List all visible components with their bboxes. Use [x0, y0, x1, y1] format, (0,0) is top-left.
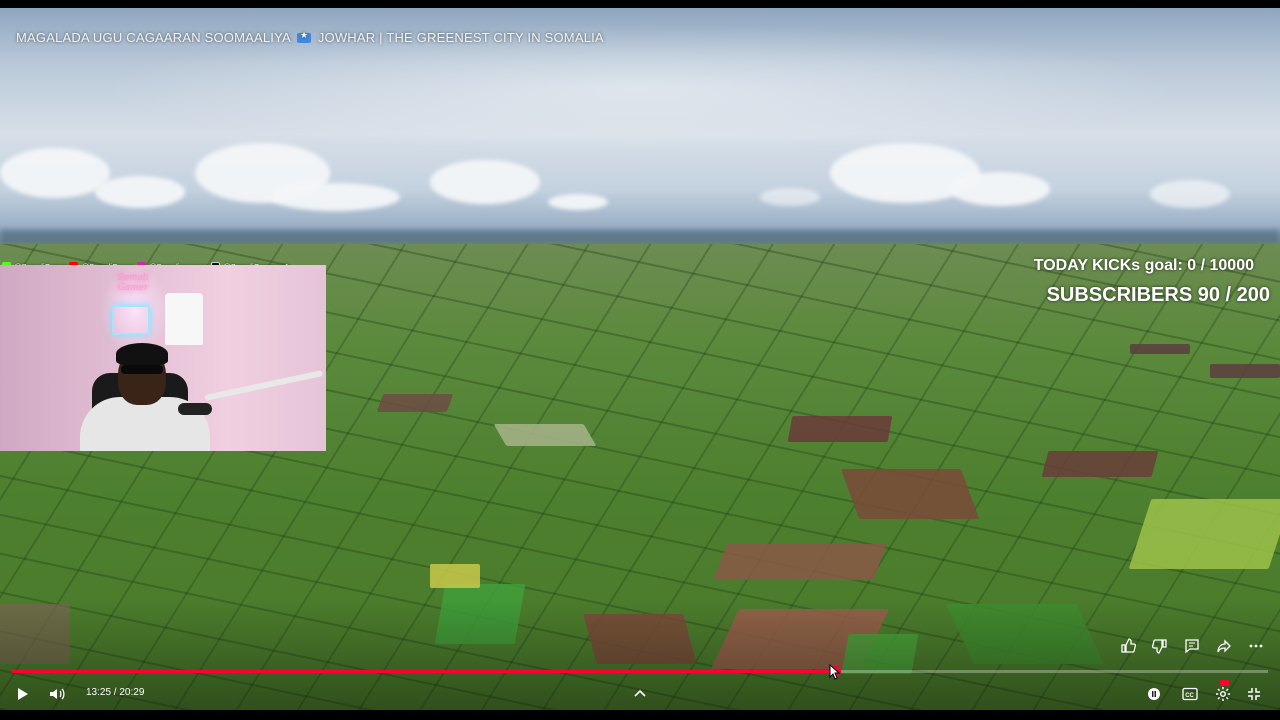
cloud — [950, 172, 1050, 206]
cloud — [95, 176, 185, 208]
webcam-overlay: Somali Gamer — [0, 265, 326, 451]
horizon — [0, 230, 1280, 244]
cloud — [1150, 180, 1230, 208]
dislike-icon[interactable] — [1150, 636, 1170, 656]
webcam-microphone — [178, 403, 212, 415]
progress-played — [12, 670, 835, 673]
share-icon[interactable] — [1214, 636, 1234, 656]
cloud — [760, 188, 820, 206]
time-display: 13:25 / 20:29 — [86, 687, 145, 698]
more-icon[interactable] — [1246, 636, 1266, 656]
video-player[interactable]: MAGALADA UGU CAGAARAN SOOMAALIYA JOWHAR … — [0, 0, 1280, 720]
progress-bar[interactable] — [12, 666, 1268, 677]
autoplay-icon[interactable] — [1144, 682, 1164, 706]
video-title-text: MAGALADA UGU CAGAARAN SOOMAALIYA — [16, 30, 291, 45]
captions-icon[interactable]: CC — [1180, 682, 1200, 706]
cloud — [0, 148, 110, 198]
video-title: MAGALADA UGU CAGAARAN SOOMAALIYA JOWHAR … — [16, 30, 604, 45]
hd-badge — [1220, 680, 1229, 686]
cloud — [270, 183, 400, 211]
comment-icon[interactable] — [1182, 636, 1202, 656]
kicks-goal-label: TODAY KICKs goal: 0 / 10000 — [1033, 257, 1254, 274]
webcam-person-hair — [116, 343, 168, 365]
somalia-flag-icon — [297, 30, 311, 43]
video-actions — [1118, 636, 1266, 656]
chevron-up-icon[interactable] — [630, 682, 650, 706]
like-icon[interactable] — [1118, 636, 1138, 656]
player-controls: 13:25 / 20:29 CC — [0, 680, 1280, 706]
webcam-neon-flag — [112, 305, 150, 335]
subscribers-goal-label: SUBSCRIBERS 90 / 200 — [1046, 284, 1270, 306]
video-title-rest: JOWHAR | THE GREENEST CITY IN SOMALIA — [317, 30, 604, 45]
webcam-jersey — [165, 293, 203, 345]
webcam-mic-arm — [204, 370, 324, 401]
exit-fullscreen-icon[interactable] — [1244, 682, 1264, 706]
mouse-cursor-icon — [829, 663, 841, 685]
svg-text:CC: CC — [1185, 693, 1194, 699]
cloud — [430, 160, 540, 204]
settings-icon[interactable] — [1212, 680, 1234, 706]
webcam-person-glasses — [121, 365, 163, 374]
cloud — [548, 194, 608, 210]
volume-icon[interactable] — [46, 682, 68, 706]
webcam-neon-sign: Somali Gamer — [117, 273, 149, 293]
play-icon[interactable] — [12, 682, 32, 706]
